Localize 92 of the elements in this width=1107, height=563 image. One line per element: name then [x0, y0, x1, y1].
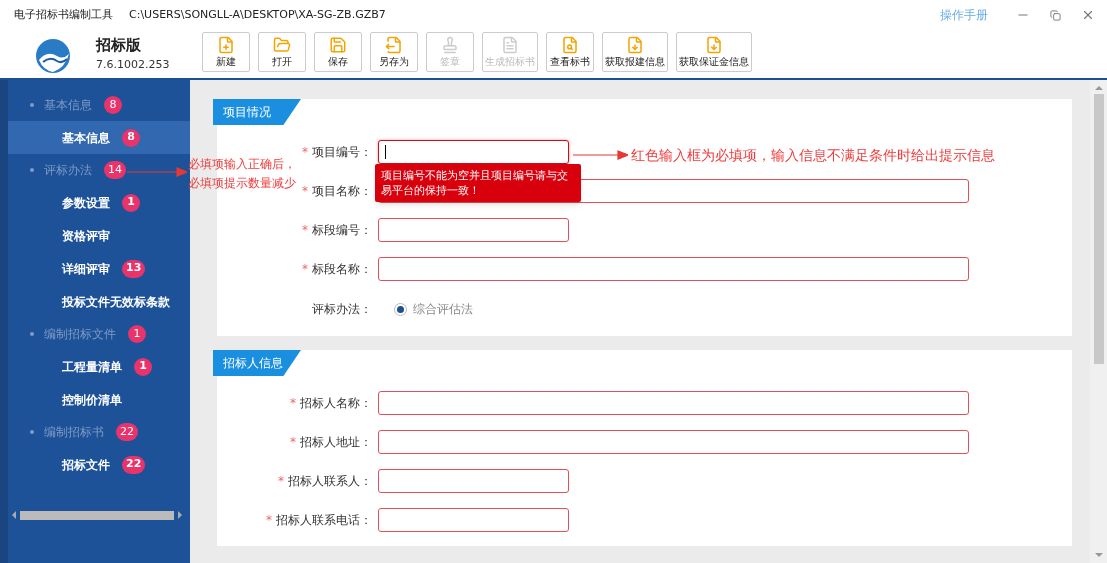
count-badge: 13 [122, 259, 146, 278]
scrollbar-thumb[interactable] [1093, 94, 1104, 364]
app-title: 电子招标书编制工具 [14, 6, 113, 23]
count-badge: 22 [116, 423, 138, 441]
sidebar-item[interactable]: 招标文件 22 [8, 448, 190, 481]
item-label: 参数设置 [62, 194, 110, 212]
count-badge: 8 [104, 96, 122, 114]
group-label: 评标办法 [44, 162, 92, 179]
count-badge: 8 [122, 128, 140, 147]
annotation-arrow [127, 167, 187, 177]
required-asterisk: * [266, 512, 272, 529]
item-label: 投标文件无效标条款 [62, 293, 170, 311]
sidebar-group[interactable]: 编制招标文件 1 [8, 318, 190, 350]
annotation-text: 红色输入框为必填项，输入信息不满足条件时给出提示信息 [631, 146, 995, 165]
section-header: 招标人信息 [213, 350, 301, 376]
item-label: 工程量清单 [62, 358, 122, 376]
input-field[interactable] [378, 469, 569, 493]
group-label: 基本信息 [44, 97, 92, 114]
toolbar-icon [501, 36, 520, 54]
annotation-arrow [573, 150, 628, 160]
required-asterisk: * [290, 434, 296, 451]
field-label: 标段编号： [312, 222, 372, 239]
required-asterisk: * [290, 395, 296, 412]
toolbar-icon [626, 36, 645, 54]
item-label: 控制价清单 [62, 391, 122, 409]
input-field[interactable] [378, 218, 569, 242]
toolbar-icon [217, 36, 236, 54]
file-path: C:\USERS\SONGLL-A\DESKTOP\XA-SG-ZB.GZB7 [129, 6, 386, 23]
item-label: 资格评审 [62, 227, 110, 245]
bullet-icon [30, 430, 34, 434]
count-badge: 1 [134, 357, 152, 376]
sidebar-group[interactable]: 编制招标书 22 [8, 416, 190, 448]
toolbar-icon [705, 36, 724, 54]
toolbar-button[interactable]: 获取报建信息 [602, 32, 669, 72]
toolbar-button[interactable]: 获取保证金信息 [676, 32, 753, 72]
sidebar-item[interactable]: 投标文件无效标条款 [8, 285, 190, 318]
input-field[interactable] [378, 257, 969, 281]
input-field[interactable] [378, 430, 969, 454]
required-asterisk: * [302, 144, 308, 161]
toolbar-button[interactable]: 打开 [258, 32, 307, 72]
field-label: 招标人地址： [300, 434, 372, 451]
item-label: 基本信息 [62, 129, 110, 147]
sidebar-item[interactable]: 基本信息 8 [8, 121, 190, 154]
toolbar-icon [329, 36, 348, 54]
input-field[interactable] [378, 140, 569, 164]
count-badge: 1 [128, 325, 146, 343]
toolbar-button[interactable]: 另存为 [370, 32, 419, 72]
toolbar-button[interactable]: 保存 [314, 32, 363, 72]
sidebar-item[interactable]: 工程量清单 1 [8, 350, 190, 383]
required-asterisk: * [278, 473, 284, 490]
error-tooltip: 项目编号不能为空并且项目编号请与交易平台的保持一致！ [375, 164, 581, 202]
group-label: 编制招标文件 [44, 326, 116, 343]
section-header: 项目情况 [213, 99, 301, 125]
input-field[interactable] [378, 508, 569, 532]
sidebar-item[interactable]: 控制价清单 [8, 383, 190, 416]
count-badge: 1 [122, 193, 140, 212]
field-label: 项目名称： [312, 183, 372, 200]
sidebar-item[interactable]: 资格评审 [8, 219, 190, 252]
required-asterisk: * [302, 261, 308, 278]
sidebar-group[interactable]: 基本信息 8 [8, 89, 190, 121]
count-badge: 14 [104, 161, 126, 179]
edition-title: 招标版 [96, 35, 142, 56]
count-badge: 22 [122, 455, 146, 474]
version-text: 7.6.1002.253 [96, 56, 170, 73]
sidebar-item[interactable]: 详细评审 13 [8, 252, 190, 285]
input-field[interactable] [378, 391, 969, 415]
radio-option[interactable]: 综合评估法 [394, 300, 473, 318]
toolbar-button[interactable]: 新建 [202, 32, 251, 72]
item-label: 详细评审 [62, 260, 110, 278]
toolbar-icon [561, 36, 580, 54]
field-label: 标段名称： [312, 261, 372, 278]
required-asterisk: * [302, 222, 308, 239]
field-label: 招标人联系人： [288, 473, 372, 490]
toolbar-icon [385, 36, 404, 54]
item-label: 招标文件 [62, 456, 110, 474]
bullet-icon [30, 332, 34, 336]
field-label: 招标人联系电话： [276, 512, 372, 529]
required-asterisk: * [302, 183, 308, 200]
group-label: 编制招标书 [44, 424, 104, 441]
restore-icon[interactable] [1050, 9, 1061, 21]
close-icon[interactable] [1081, 8, 1095, 22]
toolbar-button[interactable]: 查看标书 [546, 32, 595, 72]
field-label: 招标人名称： [300, 395, 372, 412]
toolbar-icon [441, 36, 460, 54]
bullet-icon [30, 103, 34, 107]
sidebar-item[interactable]: 参数设置 1 [8, 186, 190, 219]
field-label: 项目编号： [312, 144, 372, 161]
horizontal-scrollbar[interactable] [12, 510, 182, 520]
logo-icon [35, 38, 71, 74]
toolbar-icon [273, 36, 292, 54]
field-label: 评标办法： [312, 301, 372, 318]
bullet-icon [30, 168, 34, 172]
